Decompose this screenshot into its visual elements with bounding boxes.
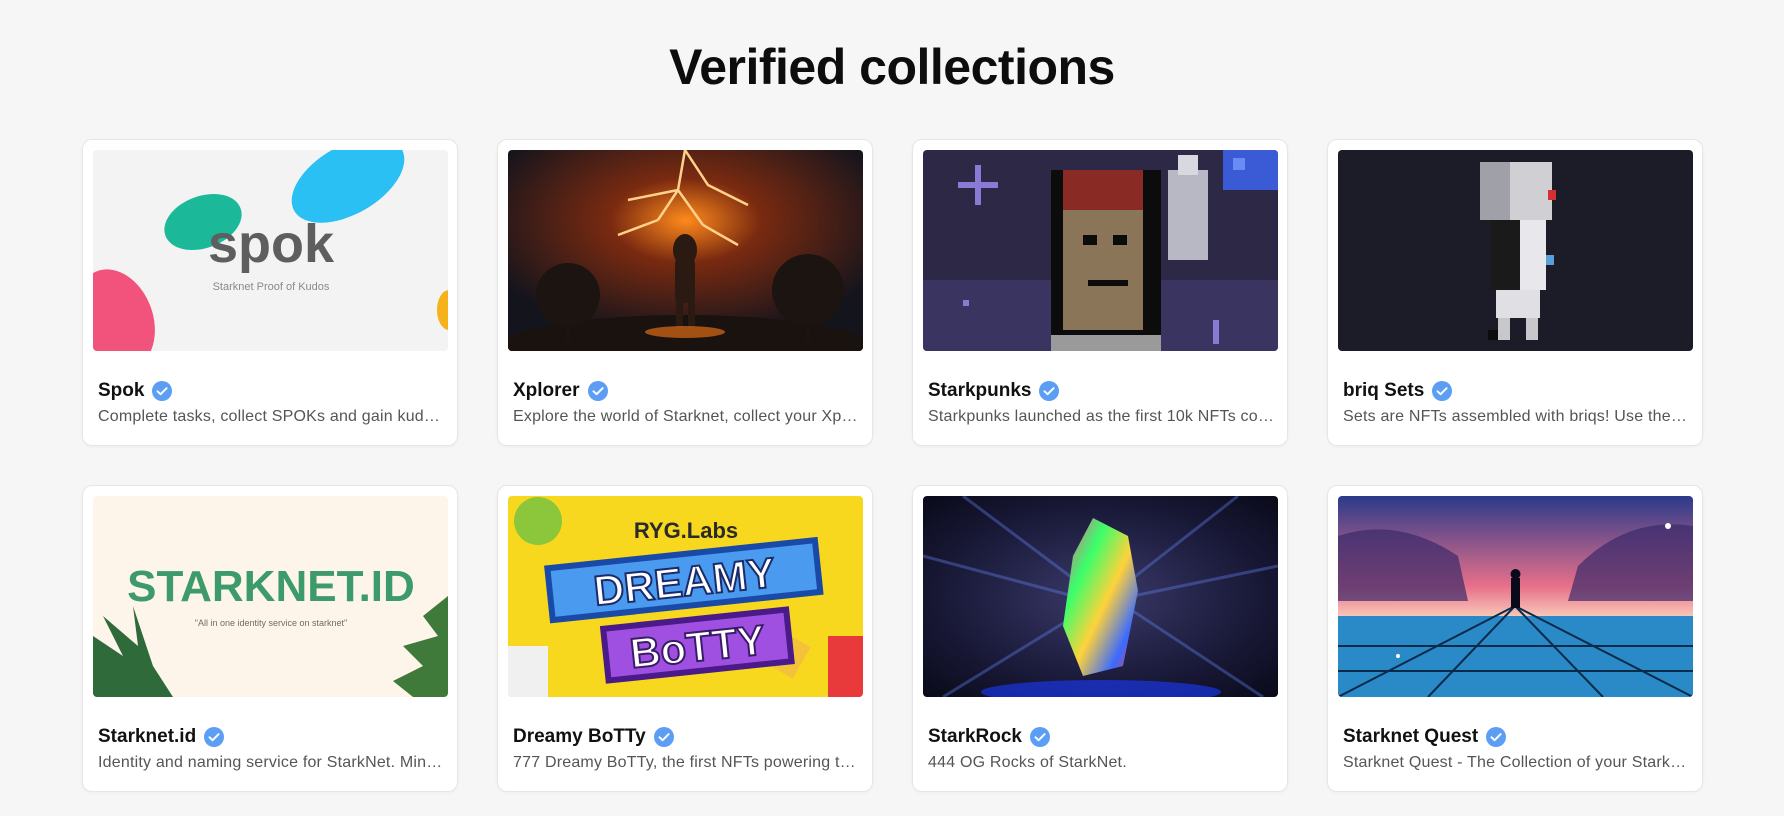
spok-logo-subtext: Starknet Proof of Kudos <box>213 281 330 293</box>
collection-image <box>1338 150 1693 351</box>
starkrock-artwork <box>923 496 1278 697</box>
collection-image: RYG.Labs DREAMY BoTTY <box>508 496 863 697</box>
dreamy-botty-artwork: RYG.Labs DREAMY BoTTY <box>508 496 863 697</box>
collection-description: 444 OG Rocks of StarkNet. <box>928 754 1127 771</box>
collection-image: spok Starknet Proof of Kudos <box>93 150 448 351</box>
collection-card-briq-sets[interactable]: briq Sets Sets are NFTs assembled with b… <box>1327 139 1703 446</box>
starknet-id-artwork: STARKNET.ID "All in one identity service… <box>93 496 448 697</box>
starknet-id-logo-text: STARKNET.ID <box>127 562 415 611</box>
collection-name: Starknet.id <box>98 726 197 747</box>
collection-description: Explore the world of Starknet, collect y… <box>513 408 859 425</box>
collection-description: Starknet Quest - The Collection of your … <box>1343 754 1689 771</box>
starknet-quest-artwork <box>1338 496 1693 697</box>
xplorer-artwork <box>508 150 863 351</box>
collection-card-spok[interactable]: spok Starknet Proof of Kudos Spok Comple… <box>82 139 458 446</box>
page-title: Verified collections <box>669 39 1115 95</box>
collection-name: Xplorer <box>513 380 580 401</box>
verified-check-icon <box>1432 381 1453 401</box>
starknet-id-logo-subtext: "All in one identity service on starknet… <box>195 618 347 628</box>
collections-grid: spok Starknet Proof of Kudos Spok Comple… <box>82 139 1704 792</box>
spok-artwork: spok Starknet Proof of Kudos <box>93 150 448 351</box>
collection-name: StarkRock <box>928 726 1022 747</box>
collection-name: Starkpunks <box>928 380 1032 401</box>
verified-check-icon <box>587 381 608 401</box>
collection-name: Dreamy BoTTy <box>513 726 646 747</box>
starkpunks-artwork <box>923 150 1278 351</box>
collection-description: 777 Dreamy BoTTy, the first NFTs powerin… <box>513 754 859 771</box>
verified-check-icon <box>653 727 674 747</box>
collection-description: Identity and naming service for StarkNet… <box>98 754 444 771</box>
collection-image <box>923 150 1278 351</box>
collection-card-starknet-quest[interactable]: Starknet Quest Starknet Quest - The Coll… <box>1327 485 1703 792</box>
collection-description: Sets are NFTs assembled with briqs! Use … <box>1343 408 1689 425</box>
collection-card-starkrock[interactable]: StarkRock 444 OG Rocks of StarkNet. <box>912 485 1288 792</box>
briq-sets-artwork <box>1338 150 1693 351</box>
collection-card-starknet-id[interactable]: STARKNET.ID "All in one identity service… <box>82 485 458 792</box>
collection-image <box>923 496 1278 697</box>
collection-name: Spok <box>98 380 145 401</box>
collection-card-dreamy-botty[interactable]: RYG.Labs DREAMY BoTTY Dreamy BoTTy 777 D… <box>497 485 873 792</box>
verified-check-icon <box>1039 381 1060 401</box>
collection-image <box>508 150 863 351</box>
collection-image: STARKNET.ID "All in one identity service… <box>93 496 448 697</box>
verified-check-icon <box>152 381 173 401</box>
collection-card-starkpunks[interactable]: Starkpunks Starkpunks launched as the fi… <box>912 139 1288 446</box>
collection-description: Complete tasks, collect SPOKs and gain k… <box>98 408 444 425</box>
collection-image <box>1338 496 1693 697</box>
spok-logo-text: spok <box>208 214 335 274</box>
verified-check-icon <box>1486 727 1507 747</box>
collection-card-xplorer[interactable]: Xplorer Explore the world of Starknet, c… <box>497 139 873 446</box>
collection-name: briq Sets <box>1343 380 1425 401</box>
dreamy-botty-brand: RYG.Labs <box>634 518 738 543</box>
collection-description: Starkpunks launched as the first 10k NFT… <box>928 408 1274 425</box>
verified-check-icon <box>1030 727 1050 747</box>
verified-check-icon <box>204 727 225 747</box>
collection-name: Starknet Quest <box>1343 726 1479 747</box>
